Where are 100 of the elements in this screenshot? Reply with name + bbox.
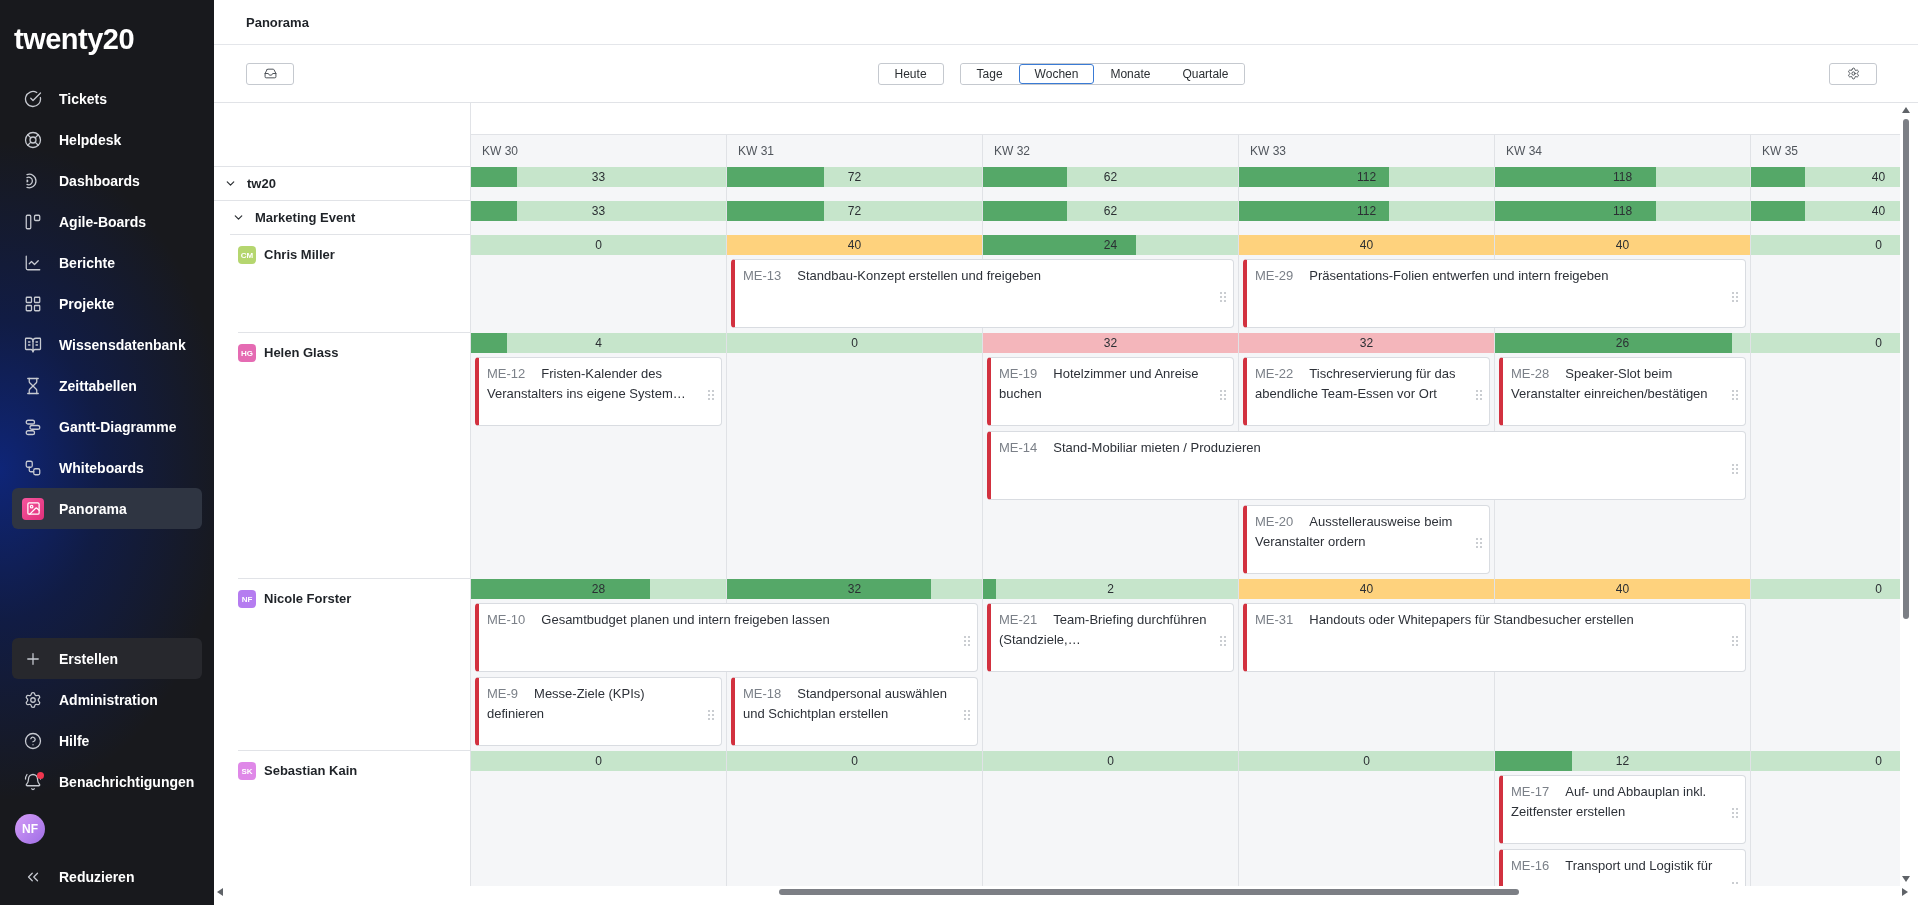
nav-item[interactable]: Administration [12,679,202,720]
task-card[interactable]: ME-10 Gesamtbudget planen und intern freigeben lassen [475,603,978,672]
drag-handle-icon[interactable] [1732,389,1738,400]
task-label: ME-28 Speaker-Slot beim Veranstalter einreichen/bestätigen [1511,365,1709,403]
bell-icon [24,772,42,791]
nav-item[interactable]: Projekte [12,283,202,324]
person-name: Nicole Forster [264,590,352,608]
check-circle-icon [24,89,42,108]
drag-handle-icon[interactable] [1220,389,1226,400]
nav-item[interactable]: Dashboards [12,160,202,201]
capacity-value: 40 [1871,170,1886,184]
week-label: KW 33 [1250,144,1286,158]
scale-tab[interactable]: Wochen [1018,63,1095,84]
drag-handle-icon[interactable] [708,709,714,720]
nav-item[interactable]: Agile-Boards [12,201,202,242]
person-avatar: HG [238,344,256,362]
task-label: ME-17 Auf- und Abbauplan inkl. Zeitfenster erstellen [1511,783,1708,821]
capacity-value: 62 [1103,170,1118,184]
task-label: ME-12 Fristen-Kalender des Veranstalters ins eigene System… [487,365,687,403]
settings-icon [1846,67,1860,80]
today-button[interactable]: Heute [877,62,944,85]
task-card[interactable]: ME-12 Fristen-Kalender des Veranstalters ins eigene System… [475,357,722,426]
create-button[interactable]: Erstellen [12,638,202,679]
capacity-value: 0 [1875,754,1882,768]
open-book-icon [24,335,42,354]
task-label: ME-10 Gesamtbudget planen und intern freigeben lassen [487,611,831,629]
gantt-bars-icon [24,417,42,436]
nav-item[interactable]: Whiteboards [12,447,202,488]
capacity-value: 0 [1875,582,1882,596]
nav-item[interactable]: Tickets [12,78,202,119]
task-card[interactable]: ME-28 Speaker-Slot beim Veranstalter einreichen/bestätigen [1499,357,1746,426]
drag-handle-icon[interactable] [1476,537,1482,548]
drag-handle-icon[interactable] [1732,635,1738,646]
task-card[interactable]: ME-9 Messe-Ziele (KPIs) definieren [475,677,722,746]
drag-handle-icon[interactable] [1220,291,1226,302]
capacity-value: 40 [1359,238,1374,252]
capacity-value: 62 [1103,204,1118,218]
drag-handle-icon[interactable] [1732,291,1738,302]
task-card[interactable]: ME-19 Hotelzimmer und Anreise buchen [987,357,1234,426]
task-label: ME-20 Ausstellerausweise beim Veranstalter ordern [1255,513,1454,551]
task-card[interactable]: ME-22 Tischreservierung für das abendliche Team-Essen vor Ort [1243,357,1490,426]
task-card[interactable]: ME-13 Standbau-Konzept erstellen und freigeben [731,259,1234,328]
drag-handle-icon[interactable] [1732,463,1738,474]
task-label: ME-9 Messe-Ziele (KPIs) definieren [487,685,646,723]
logo: twenty20 [14,22,135,56]
drag-handle-icon[interactable] [1732,807,1738,818]
person-name: Chris Miller [264,246,335,264]
capacity-value: 40 [1871,204,1886,218]
lifebuoy-icon [24,130,42,149]
board-columns-icon [24,212,42,231]
inbox-button[interactable] [246,62,294,85]
nav-item[interactable]: Zeittabellen [12,365,202,406]
grid-icon [24,294,42,313]
collapse-button[interactable]: Reduzieren [12,856,202,897]
task-label: ME-18 Standpersonal auswählen und Schichtplan erstellen [743,685,948,723]
task-label: ME-22 Tischreservierung für das abendliche Team-Essen vor Ort [1255,365,1457,403]
capacity-value: 40 [847,238,862,252]
person-avatar: NF [238,590,256,608]
task-label: ME-21 Team-Briefing durchführen (Standziele,… [999,611,1208,649]
image-icon [22,497,44,520]
nav-item[interactable]: Hilfe [12,720,202,761]
capacity-value: 112 [1356,204,1377,218]
drag-handle-icon[interactable] [1476,389,1482,400]
task-card[interactable]: ME-17 Auf- und Abbauplan inkl. Zeitfenster erstellen [1499,775,1746,844]
scroll-left-arrow-icon[interactable] [217,888,223,896]
task-card[interactable]: ME-21 Team-Briefing durchführen (Standziele,… [987,603,1234,672]
capacity-value: 0 [1107,754,1114,768]
drag-handle-icon[interactable] [1220,635,1226,646]
task-card[interactable]: ME-14 Stand-Mobiliar mieten / Produzieren [987,431,1746,500]
scroll-down-arrow-icon[interactable] [1902,876,1910,882]
nav-item[interactable]: Wissensdatenbank [12,324,202,365]
person-avatar: SK [238,762,256,780]
inbox-icon [263,67,277,80]
capacity-value: 72 [847,204,862,218]
capacity-value: 32 [1359,336,1374,350]
settings-button[interactable] [1829,62,1877,85]
drag-handle-icon[interactable] [964,635,970,646]
connected-shapes-icon [24,458,42,477]
drag-handle-icon[interactable] [708,389,714,400]
capacity-value: 40 [1359,582,1374,596]
capacity-value: 0 [1875,336,1882,350]
nav-item[interactable]: Gantt-Diagramme [12,406,202,447]
drag-handle-icon[interactable] [964,709,970,720]
nav-item[interactable]: Panorama [12,488,202,529]
capacity-value: 33 [591,204,606,218]
task-card[interactable]: ME-29 Präsentations-Folien entwerfen und intern freigeben [1243,259,1746,328]
nav-item[interactable]: Benachrichtigungen [12,761,202,802]
horizontal-scrollbar-thumb[interactable] [779,889,1519,895]
capacity-value: 24 [1103,238,1118,252]
task-card[interactable]: ME-18 Standpersonal auswählen und Schichtplan erstellen [731,677,978,746]
nav-item[interactable]: Helpdesk [12,119,202,160]
task-card[interactable]: ME-16 Transport und Logistik für [1499,849,1746,886]
person-avatar: CM [238,246,256,264]
scroll-up-arrow-icon[interactable] [1902,107,1910,113]
task-card[interactable]: ME-20 Ausstellerausweise beim Veranstalter ordern [1243,505,1490,574]
nav-item[interactable]: Berichte [12,242,202,283]
task-card[interactable]: ME-31 Handouts oder Whitepapers für Standbesucher erstellen [1243,603,1746,672]
vertical-scrollbar-thumb[interactable] [1903,119,1909,619]
scroll-right-arrow-icon[interactable] [1902,888,1908,896]
week-label: KW 31 [738,144,774,158]
